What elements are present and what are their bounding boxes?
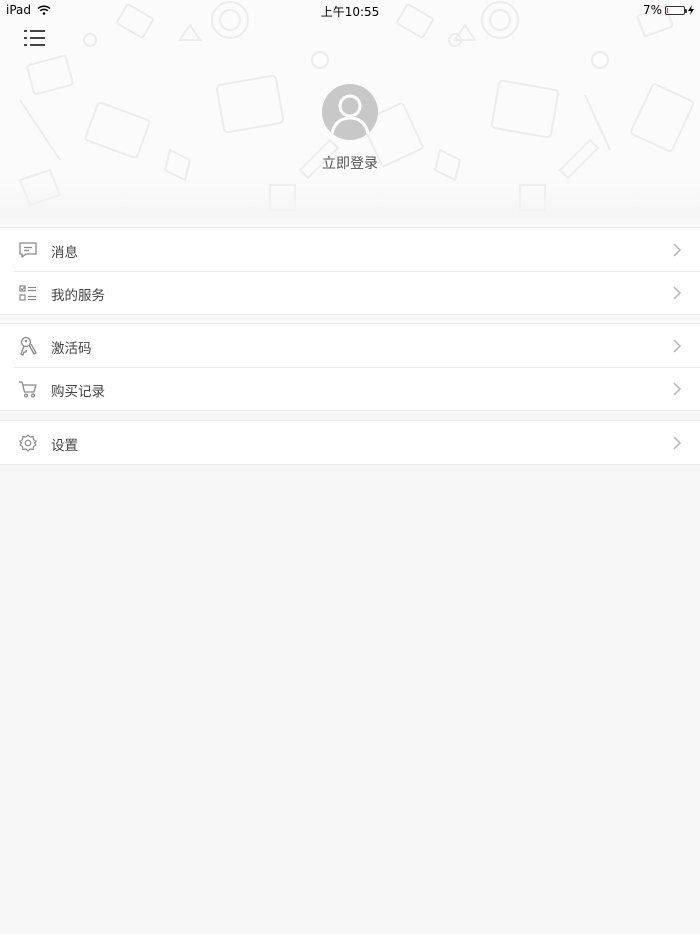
menu-group-purchases: 激活码 购买记录 bbox=[0, 323, 700, 411]
charging-bolt-icon bbox=[688, 5, 694, 15]
menu-item-label: 消息 bbox=[51, 245, 78, 261]
list-menu-icon bbox=[24, 30, 45, 46]
chevron-right-icon bbox=[673, 243, 682, 257]
chevron-right-icon bbox=[673, 382, 682, 396]
menu-item-label: 购买记录 bbox=[51, 384, 105, 400]
menu-item-messages[interactable]: 消息 bbox=[0, 228, 700, 271]
key-icon bbox=[20, 336, 37, 356]
status-time: 上午10:55 bbox=[320, 5, 380, 19]
menu-item-label: 设置 bbox=[51, 438, 78, 454]
menu-item-my-services[interactable]: 我的服务 bbox=[0, 271, 700, 314]
menu-group-messages: 消息 我的服务 bbox=[0, 227, 700, 315]
profile-header: 立即登录 bbox=[0, 0, 700, 218]
status-bar: iPad 上午10:55 7% bbox=[0, 0, 700, 20]
battery-icon bbox=[665, 5, 687, 15]
battery-percent: 7% bbox=[642, 3, 662, 17]
login-link[interactable]: 立即登录 bbox=[0, 153, 700, 173]
menu-item-settings[interactable]: 设置 bbox=[0, 421, 700, 464]
chevron-right-icon bbox=[673, 339, 682, 353]
menu-item-purchase-history[interactable]: 购买记录 bbox=[0, 367, 700, 410]
cart-icon bbox=[19, 381, 37, 398]
message-icon bbox=[19, 242, 37, 258]
battery-level bbox=[667, 7, 668, 13]
avatar[interactable] bbox=[322, 84, 378, 140]
menu-group-settings: 设置 bbox=[0, 420, 700, 465]
chevron-right-icon bbox=[673, 286, 682, 300]
chevron-right-icon bbox=[673, 436, 682, 450]
service-list-icon bbox=[19, 285, 36, 301]
user-icon bbox=[330, 94, 370, 135]
header-fade bbox=[0, 178, 700, 218]
gear-icon bbox=[19, 434, 37, 452]
menu-item-label: 我的服务 bbox=[51, 288, 105, 304]
menu-item-label: 激活码 bbox=[51, 341, 92, 357]
menu-list-button[interactable] bbox=[22, 27, 48, 49]
menu-item-activation-code[interactable]: 激活码 bbox=[0, 324, 700, 367]
